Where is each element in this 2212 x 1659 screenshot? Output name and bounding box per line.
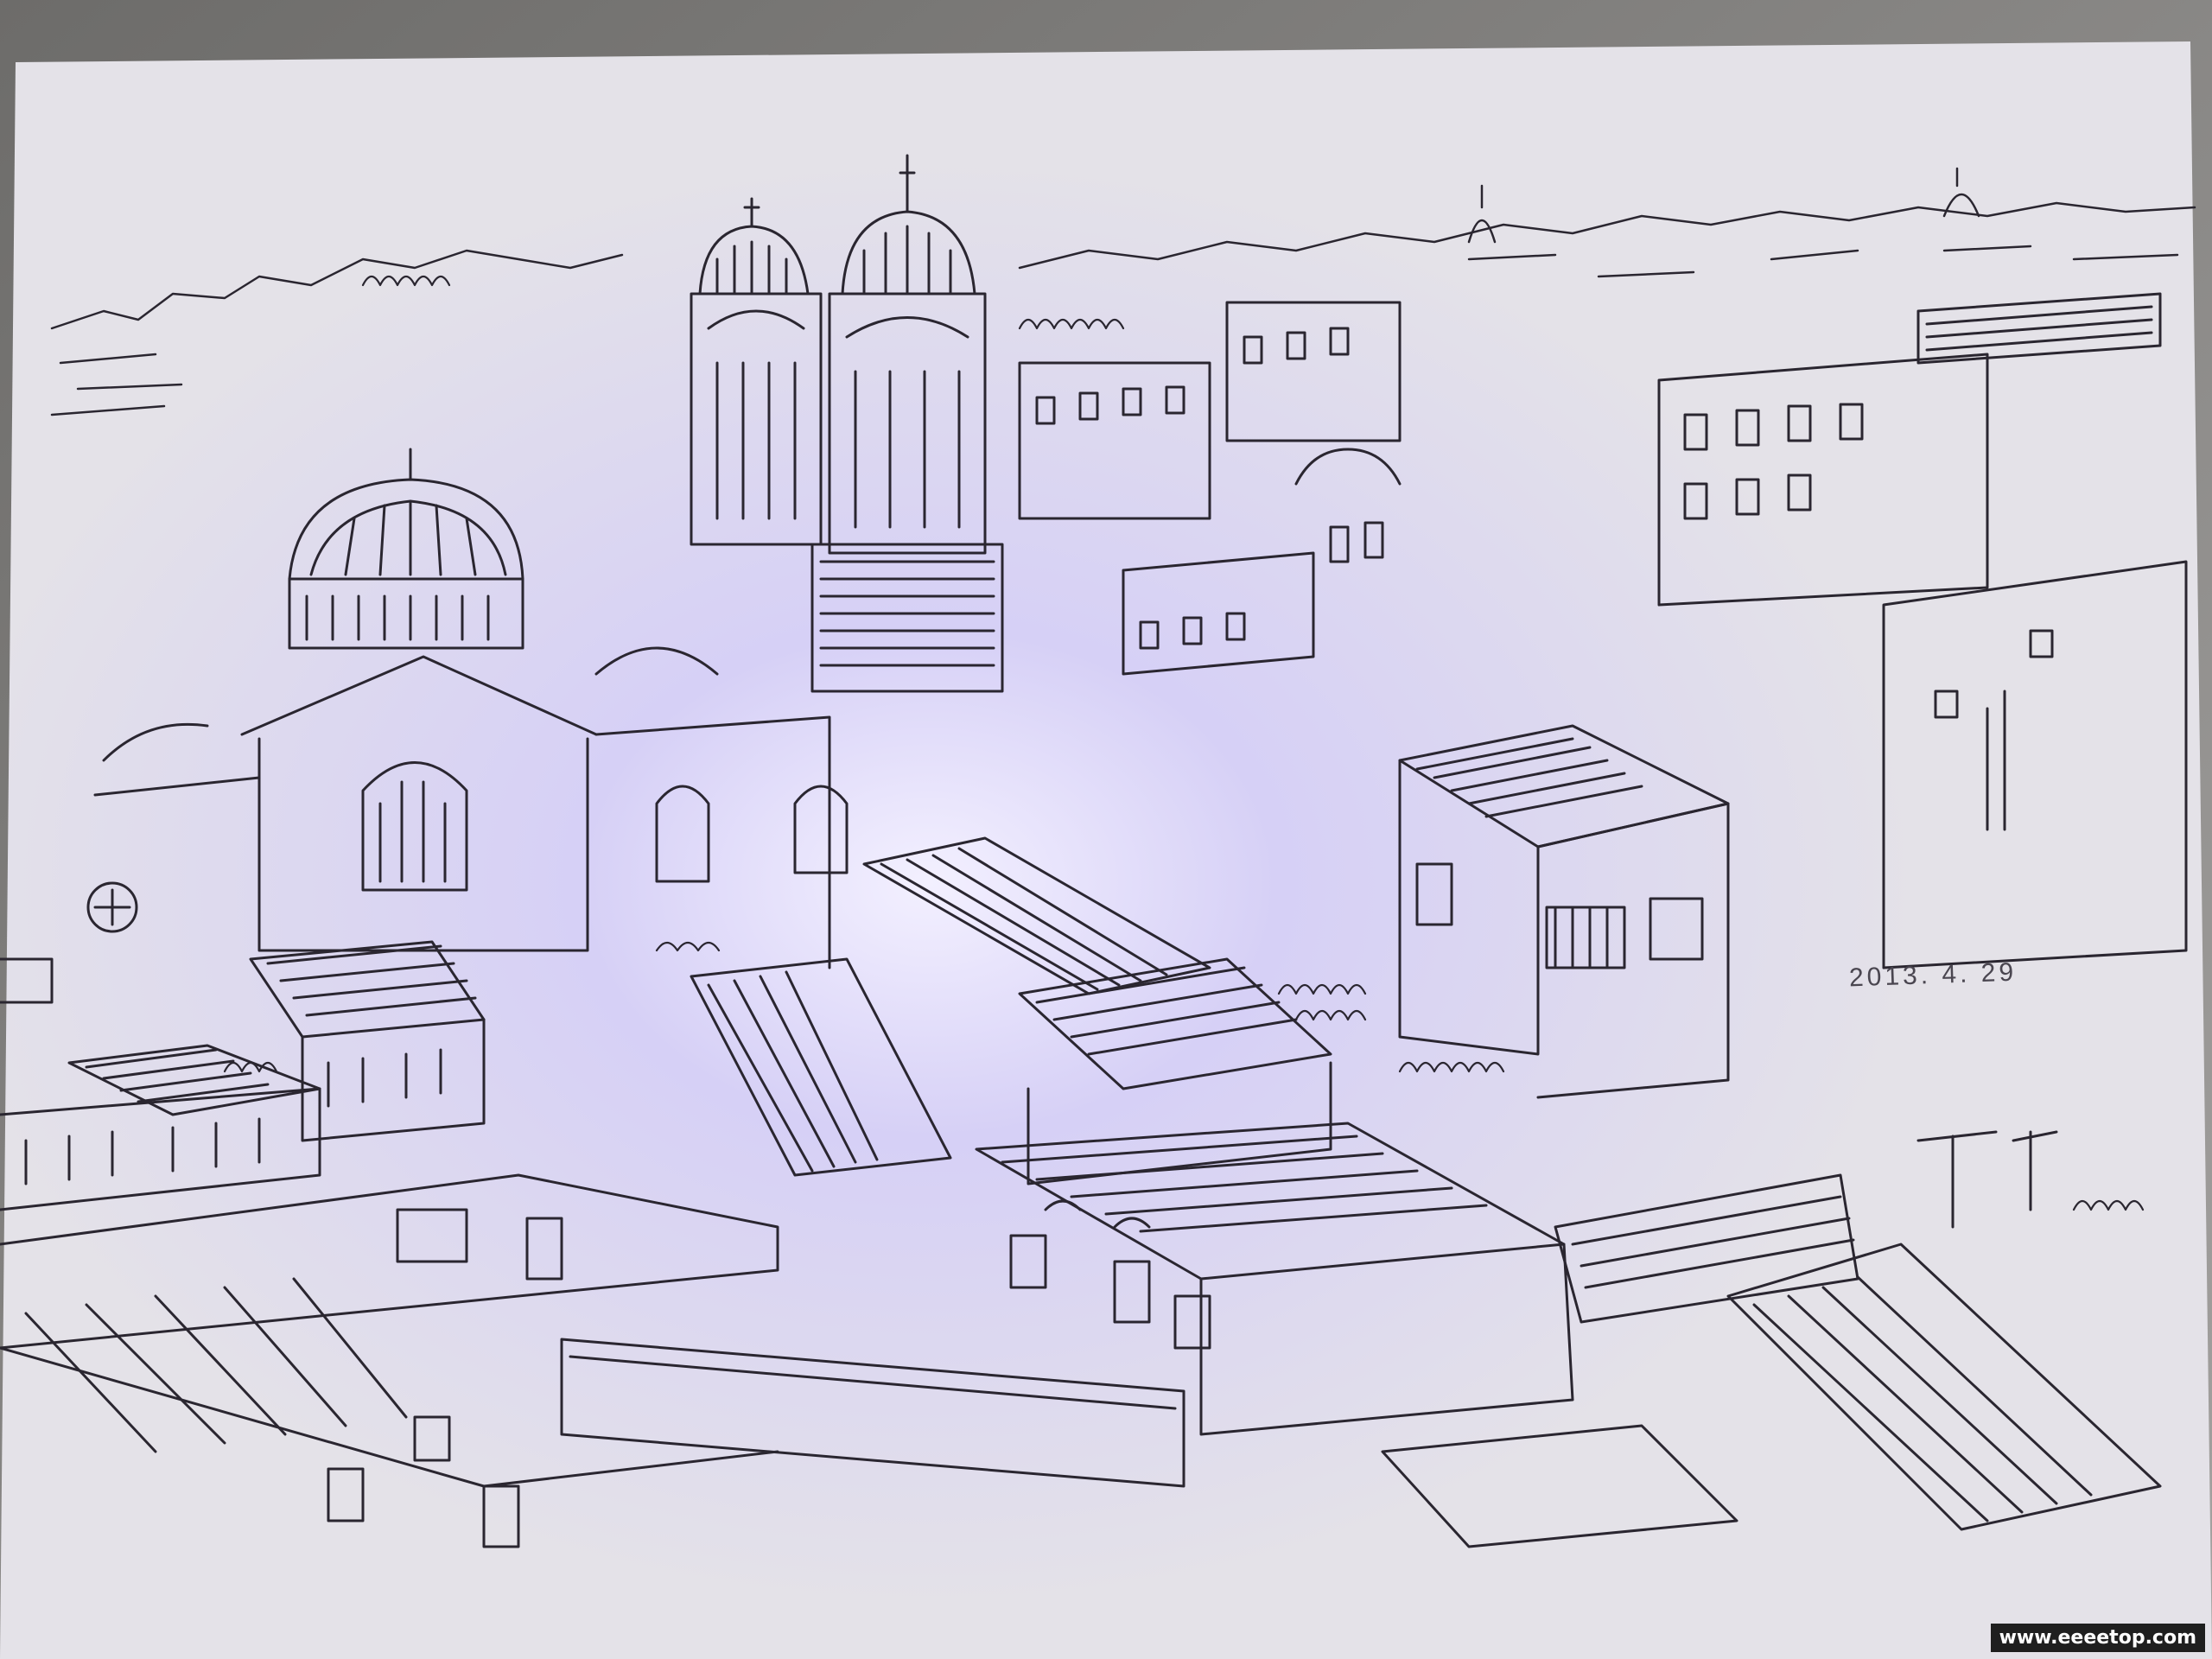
paper-sheet (0, 41, 2212, 1659)
sketch-photo (0, 0, 2212, 1659)
sketch-date: 2013. 4. 29 (1848, 957, 2018, 993)
site-watermark: www.eeeetop.com (1990, 1624, 2205, 1652)
